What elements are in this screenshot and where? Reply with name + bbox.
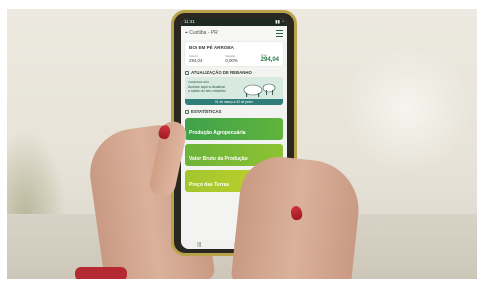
stat-button-agri-production[interactable]: Produção Agropecuária [185, 118, 283, 140]
location[interactable]: ⌖ Curitiba - PR [185, 30, 218, 36]
location-label: Curitiba - PR [189, 30, 218, 36]
herd-banner-text: CAMPANHA 2023 Acesse aqui a atualizar o … [188, 81, 228, 93]
cattle-illustration-icon [243, 83, 276, 97]
herd-section-title: ATUALIZAÇÃO DE REBANHO [185, 70, 283, 75]
price-row: Anterior 294,04 Variação 0,00% Atual 294… [189, 54, 279, 63]
map-pin-icon: ⌖ [185, 30, 188, 36]
herd-banner-strip: 01 de março a 30 de junho [185, 99, 283, 105]
stat-button-label: Preço das Terras [189, 182, 230, 188]
price-variation: Variação 0,00% [225, 55, 237, 63]
stats-icon [185, 109, 189, 114]
stat-button-label: Produção Agropecuária [189, 130, 246, 136]
herd-title-text: ATUALIZAÇÃO DE REBANHO [191, 70, 252, 75]
price-variation-value: 0,00% [225, 58, 238, 63]
price-current: Atual 294,04 [261, 54, 279, 63]
herd-banner[interactable]: CAMPANHA 2023 Acesse aqui a atualizar o … [185, 77, 283, 105]
red-sleeve [75, 267, 127, 279]
price-card: BOI EM PÉ ARROBA Anterior 294,04 Variaçã… [185, 42, 283, 66]
stats-title-text: ESTATÍSTICAS [191, 109, 222, 114]
price-card-title: BOI EM PÉ ARROBA [189, 45, 235, 50]
status-time: 11:31 [184, 19, 195, 24]
app-header: ⌖ Curitiba - PR [181, 26, 287, 40]
price-previous-value: 294,04 [189, 58, 203, 63]
status-icons: ▮▮ ◔ [275, 19, 284, 24]
status-bar: 11:31 ▮▮ ◔ [181, 18, 287, 26]
photo-scene: 11:31 ▮▮ ◔ ⌖ Curitiba - PR BOI EM PÉ ARR… [7, 9, 477, 279]
herd-banner-main: Acesse aqui a atualizar o saldo do seu r… [188, 85, 226, 93]
price-current-value: 294,04 [260, 57, 279, 63]
background-blur [337, 49, 477, 169]
menu-icon[interactable] [276, 29, 283, 37]
price-previous: Anterior 294,04 [189, 55, 202, 63]
stat-button-label: Valor Bruto da Produção [189, 156, 248, 162]
recent-apps-icon[interactable]: ||| [197, 242, 201, 248]
herd-icon [185, 70, 189, 75]
stats-section-title: ESTATÍSTICAS [185, 109, 283, 114]
